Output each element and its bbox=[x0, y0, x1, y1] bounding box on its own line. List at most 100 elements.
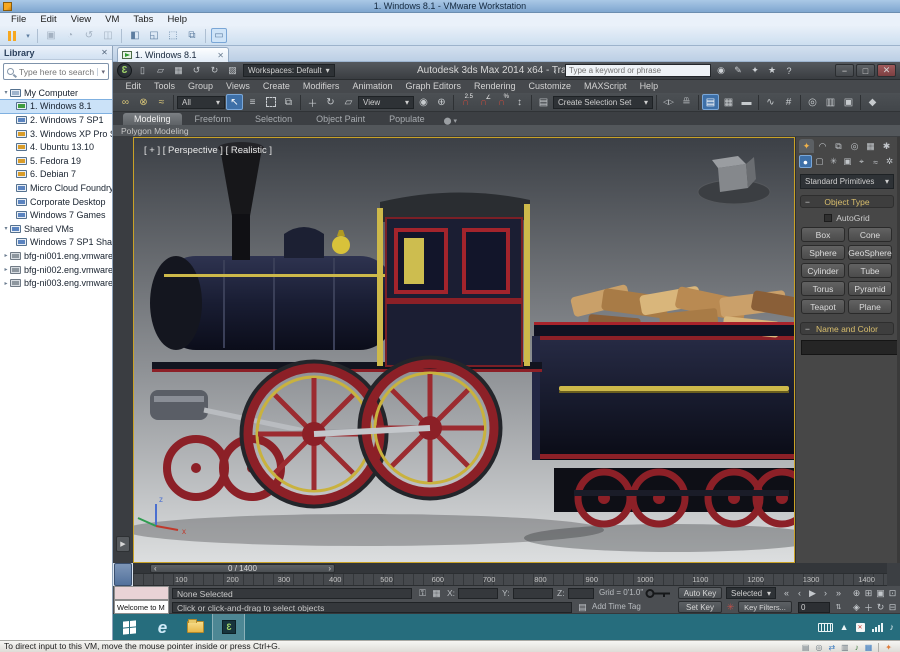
utilities-tab-icon[interactable]: ✱ bbox=[879, 139, 894, 153]
tree-item-vm[interactable]: Micro Cloud Foundry bbox=[0, 181, 112, 195]
add-time-tag-label[interactable]: Add Time Tag bbox=[592, 601, 641, 613]
max-app-menu-icon[interactable]: 3 bbox=[117, 63, 132, 78]
display-tab-icon[interactable]: ▦ bbox=[863, 139, 878, 153]
reference-coordinate-dropdown[interactable]: View ▾ bbox=[358, 95, 414, 109]
hard-disk-device-icon[interactable]: ▤ bbox=[802, 642, 810, 652]
help-search-input[interactable] bbox=[565, 64, 711, 77]
tree-item-host[interactable]: ▸bfg-ni003.eng.vmware.com bbox=[0, 276, 112, 290]
percent-snap-icon[interactable]: ∩% bbox=[493, 94, 510, 110]
menu-create[interactable]: Create bbox=[256, 80, 296, 93]
selection-filter-dropdown[interactable]: All ▾ bbox=[177, 95, 225, 109]
hierarchy-tab-icon[interactable]: ⧉ bbox=[831, 139, 846, 153]
go-to-start-icon[interactable]: « bbox=[780, 587, 793, 599]
cylinder-button[interactable]: Cylinder bbox=[801, 263, 845, 278]
menu-views[interactable]: Views bbox=[220, 80, 257, 93]
ribbon-expand-button[interactable]: ▶ bbox=[116, 536, 130, 552]
use-pivot-center-icon[interactable]: ◉ bbox=[415, 94, 432, 110]
vmware-tools-icon[interactable]: ✦ bbox=[885, 642, 892, 652]
cone-button[interactable]: Cone bbox=[848, 227, 892, 242]
save-file-icon[interactable]: ▦ bbox=[171, 64, 186, 78]
pyramid-button[interactable]: Pyramid bbox=[848, 281, 892, 296]
tree-item-host[interactable]: ▸bfg-ni002.eng.vmware.com bbox=[0, 263, 112, 277]
taskbar-explorer-button[interactable] bbox=[179, 614, 212, 640]
auto-key-button[interactable]: Auto Key bbox=[678, 587, 722, 599]
curve-editor-icon[interactable]: ∿ bbox=[762, 94, 779, 110]
new-scene-icon[interactable]: ▯ bbox=[135, 64, 150, 78]
scene-explorer-icon[interactable]: ▦ bbox=[720, 94, 737, 110]
show-library-icon[interactable]: ◧ bbox=[127, 28, 143, 43]
selection-lock-icon[interactable]: ⚿ bbox=[416, 587, 429, 599]
modify-tab-icon[interactable]: ◠ bbox=[815, 139, 830, 153]
select-object-icon[interactable]: ↖ bbox=[226, 94, 243, 110]
mirror-icon[interactable]: ◁▷ bbox=[660, 94, 677, 110]
tree-item-shared-vms[interactable]: ▾ Shared VMs bbox=[0, 222, 112, 236]
tube-button[interactable]: Tube bbox=[848, 263, 892, 278]
library-close-icon[interactable]: ✕ bbox=[99, 47, 110, 58]
project-folder-icon[interactable]: ▨ bbox=[225, 64, 240, 78]
unlink-icon[interactable]: ⊗ bbox=[135, 94, 152, 110]
spacewarps-category-icon[interactable]: ≈ bbox=[869, 155, 882, 168]
plane-button[interactable]: Plane bbox=[848, 299, 892, 314]
set-key-button[interactable]: Set Key bbox=[678, 601, 722, 613]
play-animation-icon[interactable]: ▶ bbox=[806, 587, 819, 599]
sign-in-icon[interactable]: ✦ bbox=[748, 64, 762, 77]
console-view-icon[interactable]: ◱ bbox=[146, 28, 162, 43]
search-expand-icon[interactable]: ‹ bbox=[548, 64, 562, 77]
object-type-rollout[interactable]: − Object Type bbox=[800, 195, 894, 208]
menu-tools[interactable]: Tools bbox=[148, 80, 182, 93]
vm-tab-close-icon[interactable]: ✕ bbox=[217, 51, 224, 60]
printer-device-icon[interactable]: ▥ bbox=[841, 642, 849, 652]
close-button[interactable]: ✕ bbox=[877, 64, 896, 77]
menu-file[interactable]: File bbox=[4, 13, 33, 26]
show-hidden-icons[interactable]: ▲ bbox=[840, 622, 849, 632]
volume-icon[interactable]: ♪ bbox=[890, 622, 895, 632]
manage-snapshots-icon[interactable]: ◫ bbox=[100, 28, 116, 43]
ctrl-alt-del-icon[interactable]: ▣ bbox=[43, 28, 59, 43]
power-dropdown-icon[interactable]: ▾ bbox=[24, 28, 32, 43]
touch-keyboard-icon[interactable] bbox=[817, 622, 833, 632]
tree-item-vm[interactable]: Windows 7 Games bbox=[0, 208, 112, 222]
tree-item-vm[interactable]: 5. Fedora 19 bbox=[0, 154, 112, 168]
cameras-category-icon[interactable]: ▣ bbox=[841, 155, 854, 168]
systems-category-icon[interactable]: ✲ bbox=[883, 155, 896, 168]
menu-vm[interactable]: VM bbox=[98, 13, 126, 26]
snaps-toggle-icon[interactable]: ∩ 2.5 bbox=[457, 94, 474, 110]
maximize-viewport-icon[interactable]: ⊟ bbox=[886, 601, 899, 613]
network-device-icon[interactable]: ⇄ bbox=[828, 642, 835, 652]
shapes-category-icon[interactable]: ▢ bbox=[813, 155, 826, 168]
rectangular-selection-icon[interactable] bbox=[262, 94, 279, 110]
tab-freeform[interactable]: Freeform bbox=[184, 113, 243, 125]
key-filters-button[interactable]: Key Filters... bbox=[738, 601, 792, 613]
menu-help[interactable]: Help bbox=[160, 13, 194, 26]
menu-modifiers[interactable]: Modifiers bbox=[296, 80, 346, 93]
layer-manager-icon[interactable]: ▤ bbox=[702, 94, 719, 110]
absolute-offset-toggle-icon[interactable]: ▦ bbox=[430, 587, 443, 599]
align-icon[interactable]: ≞ bbox=[678, 94, 695, 110]
cd-rom-device-icon[interactable]: ◎ bbox=[815, 642, 822, 652]
box-button[interactable]: Box bbox=[801, 227, 845, 242]
select-link-icon[interactable]: ∞ bbox=[117, 94, 134, 110]
rendered-frame-icon[interactable]: ▣ bbox=[840, 94, 857, 110]
lights-category-icon[interactable]: ✳ bbox=[827, 155, 840, 168]
tree-item-vm[interactable]: 4. Ubuntu 13.10 bbox=[0, 140, 112, 154]
show-console-tab-icon[interactable]: ▭ bbox=[211, 28, 227, 43]
vm-tab[interactable]: 1. Windows 8.1 ✕ bbox=[117, 47, 229, 62]
schematic-view-icon[interactable]: # bbox=[780, 94, 797, 110]
create-tab-icon[interactable]: ✦ bbox=[799, 139, 814, 153]
open-file-icon[interactable]: ▱ bbox=[153, 64, 168, 78]
menu-help[interactable]: Help bbox=[633, 80, 665, 93]
helpers-category-icon[interactable]: ⌖ bbox=[855, 155, 868, 168]
menu-group[interactable]: Group bbox=[182, 80, 220, 93]
maxscript-listener-input[interactable] bbox=[114, 586, 169, 600]
fullscreen-icon[interactable]: ⬚ bbox=[165, 28, 181, 43]
take-snapshot-icon[interactable]: ◔ bbox=[62, 28, 78, 43]
tree-item-vm[interactable]: 1. Windows 8.1 bbox=[0, 98, 112, 115]
name-and-color-rollout[interactable]: − Name and Color bbox=[800, 322, 894, 335]
tree-item-vm[interactable]: 3. Windows XP Pro SP3 bbox=[0, 127, 112, 141]
select-scale-icon[interactable]: ▱ bbox=[340, 94, 357, 110]
angle-snap-icon[interactable]: ∩ ∠ bbox=[475, 94, 492, 110]
select-rotate-icon[interactable]: ↻ bbox=[322, 94, 339, 110]
power-button[interactable] bbox=[5, 28, 21, 43]
tab-selection[interactable]: Selection bbox=[244, 113, 303, 125]
ribbon-minimize-icon[interactable]: ▾ bbox=[453, 117, 457, 125]
